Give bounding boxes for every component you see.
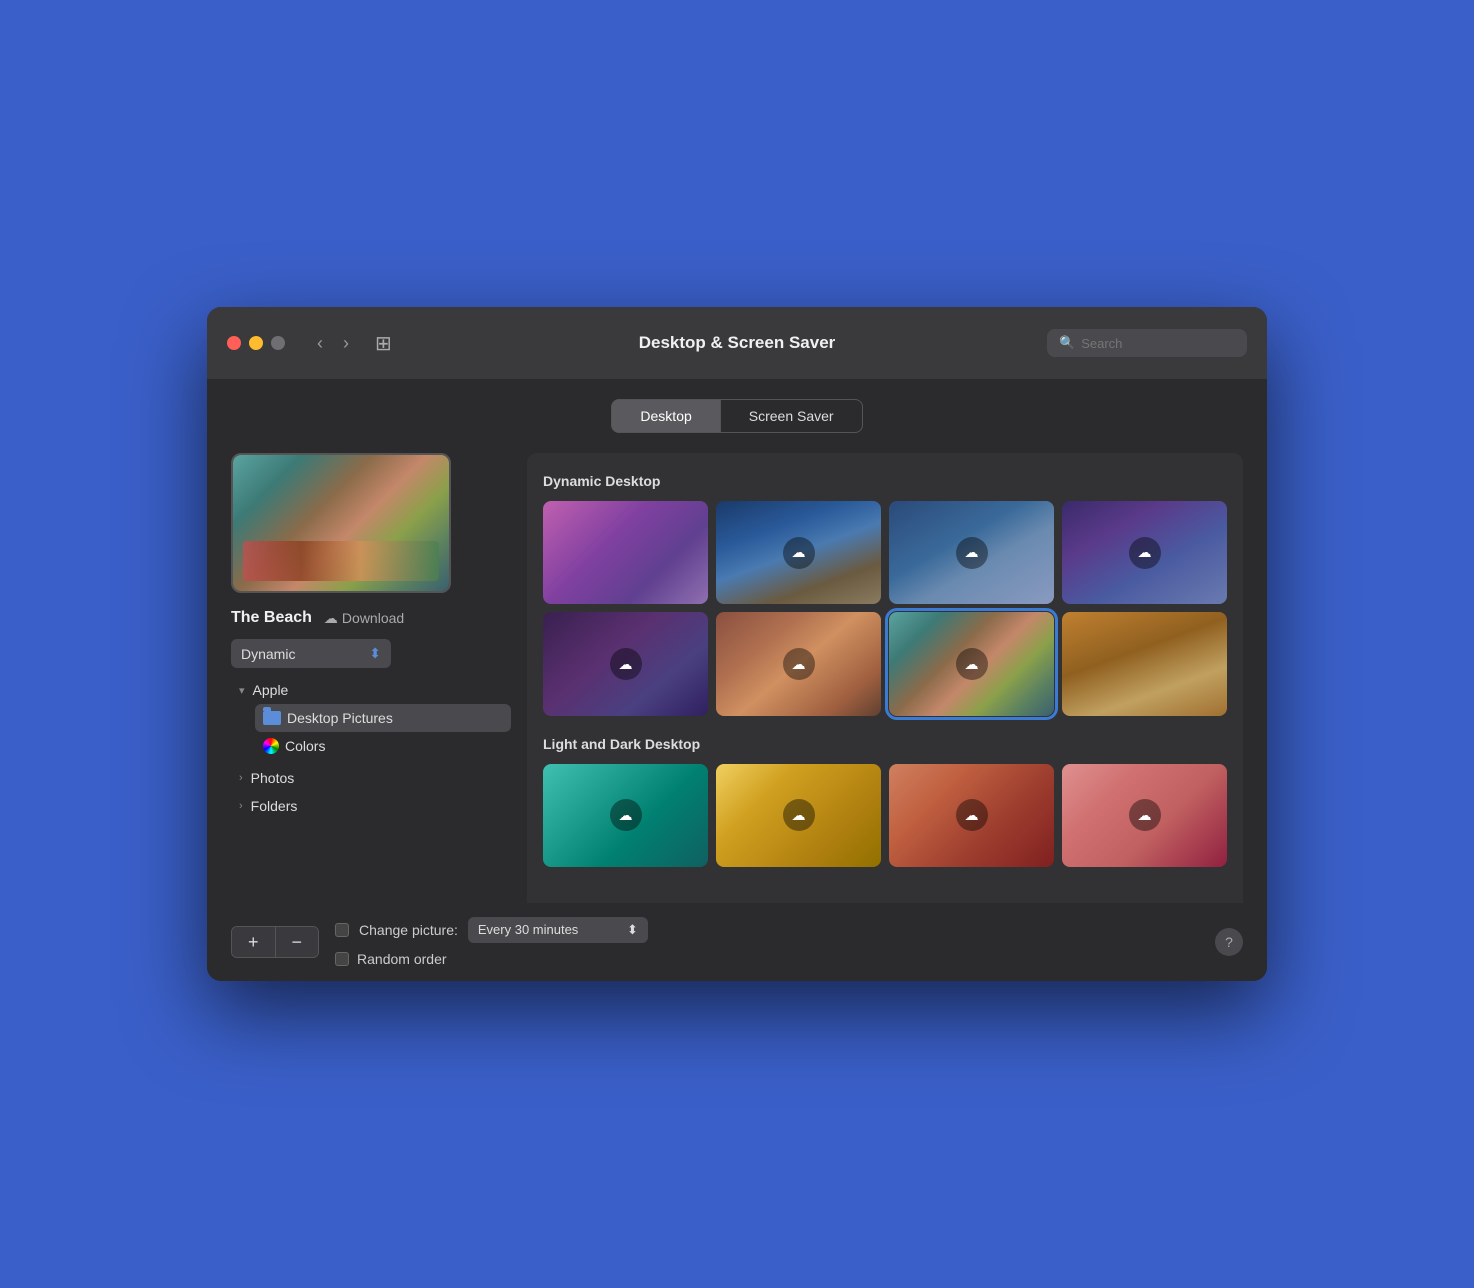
window-title: Desktop & Screen Saver (639, 333, 836, 353)
tab-screen-saver[interactable]: Screen Saver (721, 399, 863, 433)
change-picture-area: Change picture: Every 30 minutes ⬍ (335, 917, 1199, 943)
wallpaper-thumb-8[interactable] (1062, 612, 1227, 715)
sidebar-item-apple[interactable]: ▾ Apple (231, 676, 511, 704)
wallpaper-thumb-ld3[interactable]: ☁ (889, 764, 1054, 867)
minimize-button[interactable] (249, 336, 263, 350)
sidebar-item-desktop-pictures[interactable]: Desktop Pictures (255, 704, 511, 732)
wallpaper-thumb-3[interactable]: ☁ (889, 501, 1054, 604)
chevron-right-icon: › (239, 772, 243, 784)
section-title-light-dark: Light and Dark Desktop (543, 736, 1227, 752)
sidebar-tree: ▾ Apple Desktop Pictures Colors (231, 676, 511, 820)
sidebar-group-apple: ▾ Apple Desktop Pictures Colors (231, 676, 511, 760)
change-picture-label: Change picture: (359, 922, 458, 938)
content-area: Desktop Screen Saver The Beach ☁ Downloa… (207, 379, 1267, 902)
right-panel-container: Dynamic Desktop ☁ ☁ ☁ (527, 453, 1243, 902)
tab-bar: Desktop Screen Saver (231, 399, 1243, 433)
sidebar-desktop-pictures-label: Desktop Pictures (287, 710, 393, 726)
add-button[interactable]: + (232, 927, 275, 957)
dynamic-desktop-grid: ☁ ☁ ☁ ☁ ☁ (543, 501, 1227, 715)
add-remove-controls: + − (231, 926, 319, 958)
download-overlay-2: ☁ (783, 537, 815, 569)
sidebar-item-photos[interactable]: › Photos (231, 764, 511, 792)
download-overlay-7: ☁ (956, 648, 988, 680)
search-box[interactable]: 🔍 (1047, 329, 1247, 357)
tab-desktop[interactable]: Desktop (611, 399, 720, 433)
color-wheel-icon (263, 738, 279, 754)
wallpaper-thumb-6[interactable]: ☁ (716, 612, 881, 715)
wallpaper-thumb-4[interactable]: ☁ (1062, 501, 1227, 604)
random-order-row: Random order (335, 951, 1199, 967)
titlebar: ‹ › ⊞ Desktop & Screen Saver 🔍 (207, 307, 1267, 379)
interval-arrow-icon: ⬍ (627, 922, 638, 938)
sidebar-colors-label: Colors (285, 738, 325, 754)
download-overlay-ld4: ☁ (1129, 799, 1161, 831)
wallpaper-preview (231, 453, 451, 593)
download-label: Download (342, 610, 404, 626)
display-mode-value: Dynamic (241, 646, 295, 662)
sidebar-apple-label: Apple (253, 682, 289, 698)
interval-select[interactable]: Every 30 minutes ⬍ (468, 917, 648, 943)
download-overlay-3: ☁ (956, 537, 988, 569)
random-order-label: Random order (357, 951, 447, 967)
chevron-down-icon: ▾ (239, 684, 245, 697)
search-input[interactable] (1081, 336, 1235, 351)
wallpaper-grid-panel: Dynamic Desktop ☁ ☁ ☁ (527, 453, 1243, 902)
search-icon: 🔍 (1059, 335, 1075, 351)
traffic-lights (227, 336, 285, 350)
folder-icon (263, 711, 281, 725)
sidebar-apple-children: Desktop Pictures Colors (231, 704, 511, 760)
sidebar-item-folders[interactable]: › Folders (231, 792, 511, 820)
sidebar-photos-label: Photos (251, 770, 295, 786)
wallpaper-info: The Beach ☁ Download (231, 609, 511, 627)
wallpaper-thumb-ld2[interactable]: ☁ (716, 764, 881, 867)
light-dark-grid: ☁ ☁ ☁ ☁ (543, 764, 1227, 867)
download-button[interactable]: ☁ Download (324, 610, 404, 627)
preview-image (233, 455, 449, 591)
main-window: ‹ › ⊞ Desktop & Screen Saver 🔍 Desktop S… (207, 307, 1267, 980)
grid-icon: ⊞ (375, 331, 392, 356)
sidebar-item-colors[interactable]: Colors (255, 732, 511, 760)
wallpaper-thumb-ld4[interactable]: ☁ (1062, 764, 1227, 867)
sidebar-folders-label: Folders (251, 798, 298, 814)
wallpaper-thumb-7[interactable]: ☁ (889, 612, 1054, 715)
left-panel: The Beach ☁ Download Dynamic ⬍ (231, 453, 511, 902)
random-order-checkbox[interactable] (335, 952, 349, 966)
download-overlay-ld2: ☁ (783, 799, 815, 831)
chevron-right-icon-2: › (239, 800, 243, 812)
download-overlay-ld1: ☁ (610, 799, 642, 831)
help-button[interactable]: ? (1215, 928, 1243, 956)
wallpaper-thumb-5[interactable]: ☁ (543, 612, 708, 715)
remove-button[interactable]: − (275, 927, 319, 957)
wallpaper-name: The Beach (231, 609, 312, 627)
change-picture-checkbox[interactable] (335, 923, 349, 937)
display-mode-select[interactable]: Dynamic ⬍ (231, 639, 391, 668)
forward-button[interactable]: › (337, 329, 355, 358)
section-title-dynamic: Dynamic Desktop (543, 473, 1227, 489)
interval-value: Every 30 minutes (478, 922, 578, 937)
download-overlay-6: ☁ (783, 648, 815, 680)
download-overlay-4: ☁ (1129, 537, 1161, 569)
download-cloud-icon: ☁ (324, 610, 338, 627)
wallpaper-thumb-2[interactable]: ☁ (716, 501, 881, 604)
download-overlay-ld3: ☁ (956, 799, 988, 831)
chevron-updown-icon: ⬍ (369, 645, 381, 662)
close-button[interactable] (227, 336, 241, 350)
main-area: The Beach ☁ Download Dynamic ⬍ (231, 453, 1243, 902)
download-overlay-5: ☁ (610, 648, 642, 680)
wallpaper-thumb-ld1[interactable]: ☁ (543, 764, 708, 867)
wallpaper-thumb-1[interactable] (543, 501, 708, 604)
bottom-controls: Change picture: Every 30 minutes ⬍ Rando… (335, 917, 1199, 967)
nav-arrows: ‹ › (311, 329, 355, 358)
maximize-button[interactable] (271, 336, 285, 350)
back-button[interactable]: ‹ (311, 329, 329, 358)
bottom-bar: + − Change picture: Every 30 minutes ⬍ R… (207, 903, 1267, 981)
